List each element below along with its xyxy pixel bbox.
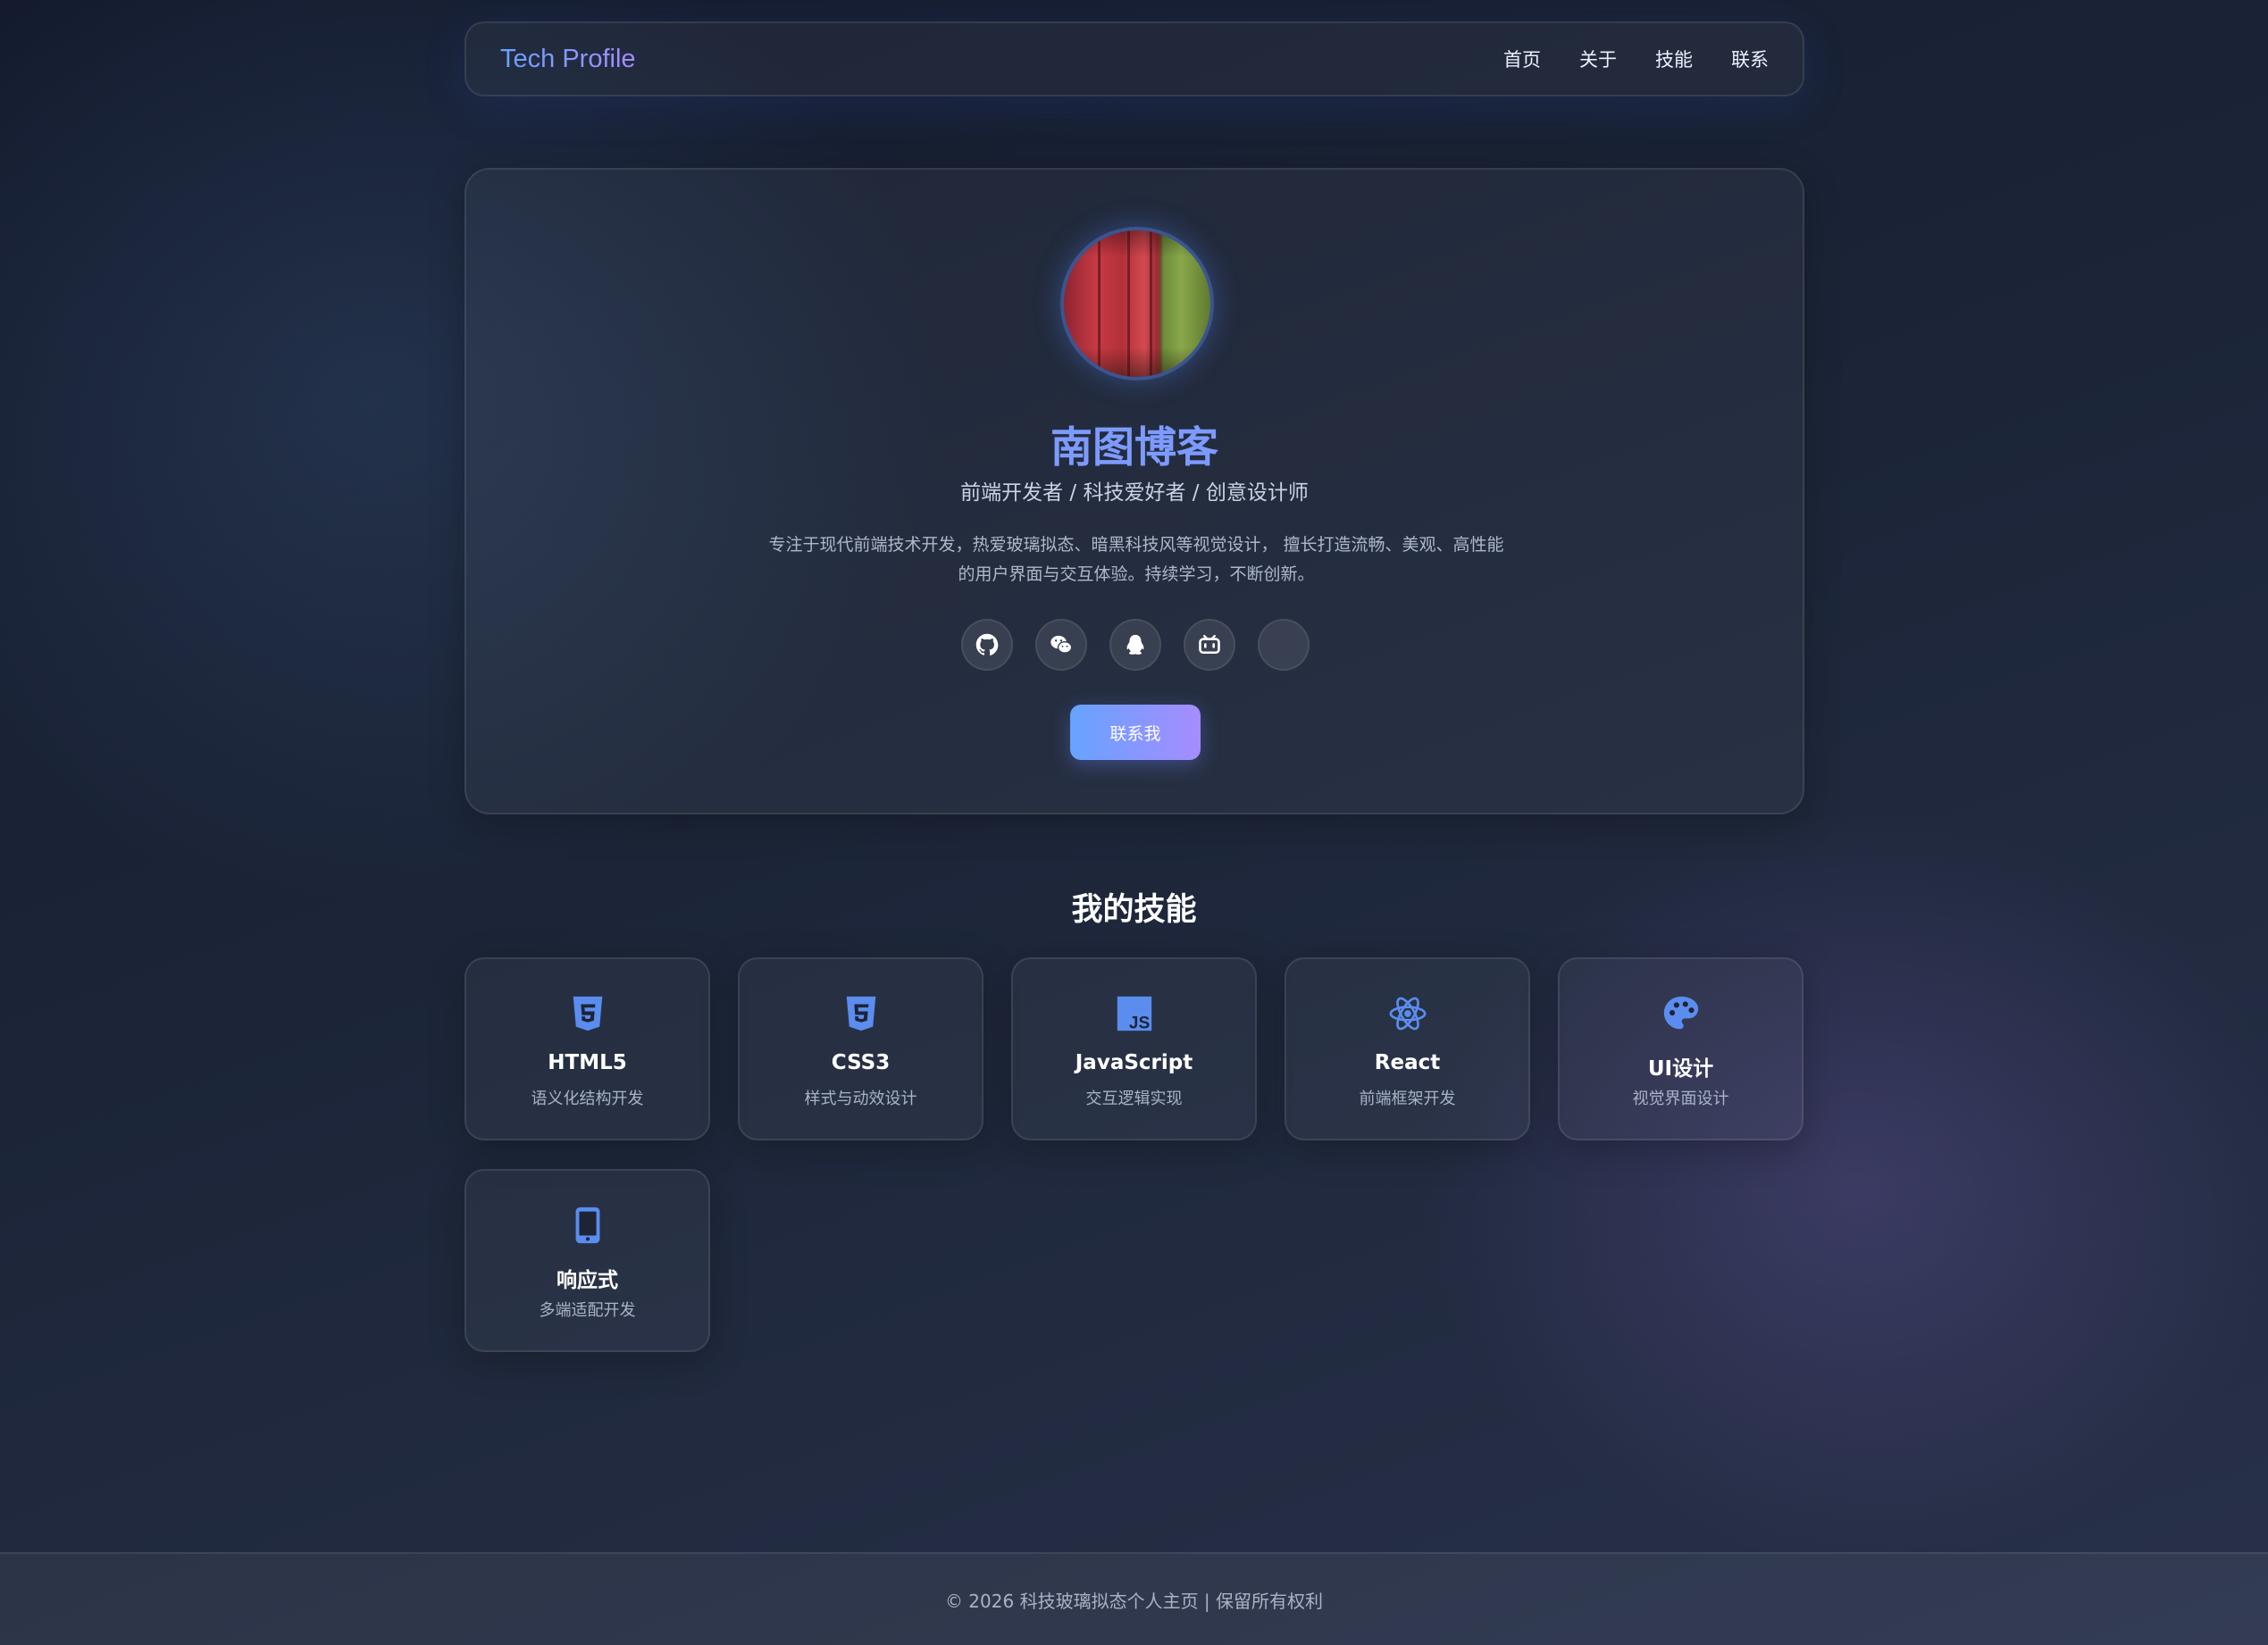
skill-name: React (1374, 1051, 1441, 1074)
skills-title: 我的技能 (1071, 892, 1197, 928)
skill-name: CSS3 (831, 1051, 891, 1074)
skill-desc: 多端适配开发 (539, 1301, 636, 1320)
description-line-1: 专注于现代前端技术开发，热爱玻璃拟态、暗黑科技风等视觉设计， 擅长打造流畅、美观… (768, 535, 1504, 555)
react-icon (1388, 997, 1427, 1031)
html5-icon (573, 996, 602, 1031)
skill-desc: 语义化结构开发 (531, 1090, 644, 1108)
nav-link-about[interactable]: 关于 (1579, 46, 1617, 72)
palette-icon (1663, 996, 1698, 1030)
profile-subtitle: 前端开发者 / 科技爱好者 / 创意设计师 (960, 481, 1309, 505)
svg-text:JS: JS (1128, 1014, 1150, 1032)
css3-icon (846, 996, 875, 1031)
description-line-2: 的用户界面与交互体验。持续学习，不断创新。 (958, 564, 1315, 584)
skill-name: JavaScript (1075, 1051, 1193, 1074)
skill-desc: 样式与动效设计 (804, 1090, 917, 1108)
footer-copyright: © 2026 科技玻璃拟态个人主页 | 保留所有权利 (944, 1590, 1324, 1612)
blank-link[interactable] (1258, 619, 1310, 671)
wechat-icon (1050, 635, 1073, 654)
brand-logo[interactable]: Tech Profile (500, 45, 636, 74)
profile-card: 南图博客 前端开发者 / 科技爱好者 / 创意设计师 专注于现代前端技术开发，热… (464, 168, 1804, 814)
nav-links: 首页 关于 技能 联系 (1503, 46, 1769, 72)
bilibili-link[interactable] (1184, 619, 1235, 671)
nav-link-home[interactable]: 首页 (1503, 46, 1541, 72)
qq-icon (1126, 634, 1144, 655)
nav-link-skills[interactable]: 技能 (1655, 46, 1693, 72)
footer: © 2026 科技玻璃拟态个人主页 | 保留所有权利 (0, 1552, 2268, 1645)
skill-desc: 视觉界面设计 (1632, 1090, 1729, 1108)
contact-button[interactable]: 联系我 (1070, 705, 1201, 760)
qq-link[interactable] (1109, 619, 1161, 671)
skill-card-css3[interactable]: CSS3 样式与动效设计 (738, 957, 983, 1140)
skill-card-html5[interactable]: HTML5 语义化结构开发 (464, 957, 710, 1140)
bilibili-icon (1199, 634, 1220, 655)
social-links (961, 619, 1310, 671)
nav-link-contact[interactable]: 联系 (1731, 46, 1769, 72)
skill-card-responsive[interactable]: 响应式 多端适配开发 (464, 1169, 710, 1352)
navbar: Tech Profile 首页 关于 技能 联系 (464, 21, 1804, 96)
profile-description: 专注于现代前端技术开发，热爱玻璃拟态、暗黑科技风等视觉设计， 擅长打造流畅、美观… (734, 530, 1538, 589)
skill-name: UI设计 (1647, 1057, 1714, 1081)
wechat-link[interactable] (1035, 619, 1087, 671)
github-link[interactable] (961, 619, 1013, 671)
skill-desc: 交互逻辑实现 (1085, 1090, 1183, 1108)
profile-name: 南图博客 (1050, 423, 1218, 472)
skill-card-javascript[interactable]: JS JavaScript 交互逻辑实现 (1011, 957, 1257, 1140)
github-icon (975, 633, 999, 655)
skill-card-ui-design[interactable]: UI设计 视觉界面设计 (1558, 957, 1804, 1140)
skill-card-react[interactable]: React 前端框架开发 (1285, 957, 1530, 1140)
mobile-icon (575, 1207, 599, 1244)
skill-name: 响应式 (557, 1269, 618, 1292)
avatar (1060, 227, 1214, 380)
skill-desc: 前端框架开发 (1359, 1090, 1456, 1108)
skill-name: HTML5 (548, 1051, 627, 1074)
javascript-icon: JS (1117, 996, 1151, 1032)
